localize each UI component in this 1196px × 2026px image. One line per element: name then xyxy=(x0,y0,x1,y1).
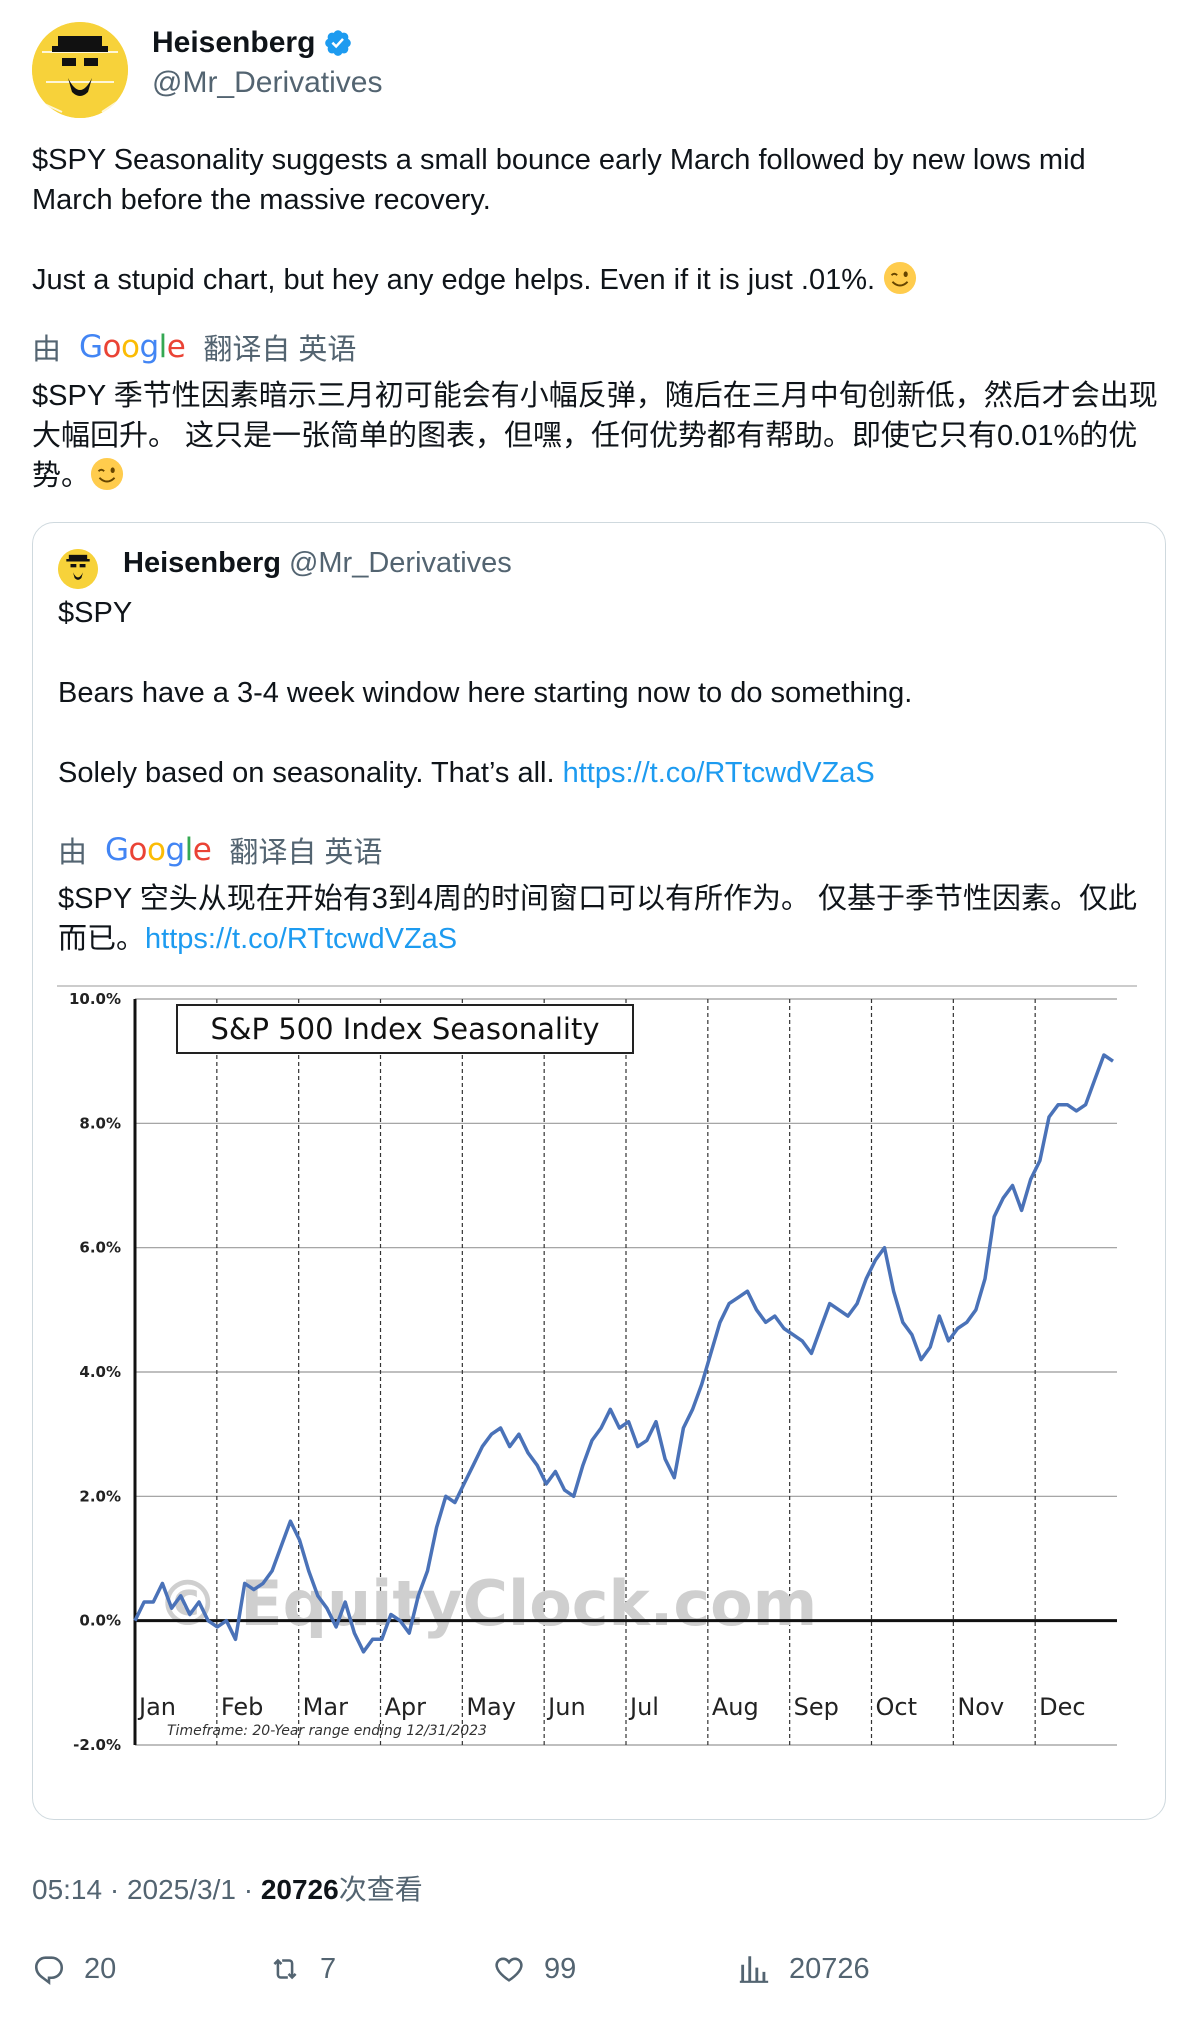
month-label: Aug xyxy=(712,1693,759,1721)
quoted-translation-attribution: 由 Google 翻译自 英语 xyxy=(58,829,382,871)
month-label: Oct xyxy=(876,1693,918,1721)
reply-button[interactable]: 20 xyxy=(32,1952,116,1986)
wink-emoji-icon xyxy=(90,457,124,491)
month-label: May xyxy=(466,1693,516,1721)
quoted-translate-prefix: 由 xyxy=(58,837,88,869)
seasonality-chart[interactable]: 10.0% 8.0% 6.0% 4.0% 2.0% 0.0% -2.0% © EquityC… xyxy=(57,985,1137,1785)
y-tick-label: 8.0% xyxy=(79,1114,121,1132)
author-handle[interactable]: @Mr_Derivatives xyxy=(152,66,383,100)
chart-footnote: Timeframe: 20-Year range ending 12/31/20… xyxy=(167,1723,487,1739)
author-avatar[interactable] xyxy=(32,22,128,118)
translated-body: $SPY 季节性因素暗示三月初可能会有小幅反弹，随后在三月中旬创新低，然后才会出… xyxy=(32,380,1158,492)
google-logo: Google xyxy=(79,329,186,365)
views-label: 次查看 xyxy=(338,1874,423,1905)
retweet-icon xyxy=(273,1958,297,1980)
y-tick-label: 6.0% xyxy=(79,1239,121,1257)
quoted-link[interactable]: https://t.co/RTtcwdVZaS xyxy=(563,757,875,789)
month-label: Jul xyxy=(628,1693,659,1721)
quoted-author-line: Heisenberg @Mr_Derivatives xyxy=(123,547,512,580)
y-tick-label: 2.0% xyxy=(79,1487,121,1505)
quoted-translate-suffix[interactable]: 翻译自 英语 xyxy=(229,829,382,871)
watermark: © EquityClock.com xyxy=(157,1567,818,1640)
quoted-translated-text: $SPY 空头从现在开始有3到4周的时间窗口可以有所作为。 仅基于季节性因素。仅… xyxy=(58,879,1138,959)
quoted-text: $SPY Bears have a 3-4 week window here s… xyxy=(58,593,1128,793)
month-label: Nov xyxy=(957,1693,1004,1721)
chart-title: S&P 500 Index Seasonality xyxy=(210,1012,599,1046)
analytics-icon xyxy=(739,1956,769,1983)
timestamp[interactable]: 05:14 · 2025/3/1 · xyxy=(32,1874,261,1905)
chart-svg: 10.0% 8.0% 6.0% 4.0% 2.0% 0.0% -2.0% © EquityC… xyxy=(57,985,1137,1785)
google-logo: Google xyxy=(105,832,212,868)
views-button[interactable]: 20726 xyxy=(737,1952,870,1986)
quoted-translated-link[interactable]: https://t.co/RTtcwdVZaS xyxy=(145,923,457,955)
wink-emoji-icon xyxy=(884,261,917,295)
like-count: 99 xyxy=(544,1952,577,1985)
y-tick-label: -2.0% xyxy=(73,1736,121,1754)
quoted-author-name: Heisenberg xyxy=(123,547,281,579)
views-stat-count: 20726 xyxy=(789,1952,870,1985)
views-count: 20726 xyxy=(260,1874,339,1905)
heart-icon xyxy=(495,1957,523,1982)
month-label: Mar xyxy=(303,1693,348,1721)
verified-badge-icon xyxy=(325,30,352,56)
translate-prefix: 由 xyxy=(32,334,62,366)
y-tick-label: 4.0% xyxy=(79,1363,121,1381)
tweet-meta: 05:14 · 2025/3/1 · 20726次查看 xyxy=(32,1868,423,1908)
retweet-button[interactable]: 7 xyxy=(268,1952,336,1986)
month-label: Apr xyxy=(385,1693,427,1721)
month-label: Dec xyxy=(1039,1693,1085,1721)
author-display-name[interactable]: Heisenberg xyxy=(152,26,315,60)
retweet-count: 7 xyxy=(320,1952,337,1985)
month-label: Sep xyxy=(794,1693,839,1721)
reply-icon xyxy=(34,1956,64,1986)
action-bar: 20 7 99 20726 xyxy=(32,1952,1162,2002)
like-button[interactable]: 99 xyxy=(492,1952,576,1986)
translation-attribution: 由 Google 翻译自 英语 xyxy=(32,326,356,368)
quoted-tweet-card[interactable]: Heisenberg @Mr_Derivatives $SPY Bears hav… xyxy=(32,522,1166,1820)
tweet-text: $SPY Seasonality suggests a small bounce… xyxy=(32,140,1152,300)
y-tick-label: 10.0% xyxy=(69,990,121,1008)
translate-suffix[interactable]: 翻译自 英语 xyxy=(203,326,356,368)
month-label: Jun xyxy=(546,1693,586,1721)
quoted-author-avatar xyxy=(58,549,98,589)
y-tick-label: 0.0% xyxy=(79,1612,121,1630)
month-label: Feb xyxy=(221,1693,263,1721)
tweet-header: Heisenberg @Mr_Derivatives xyxy=(32,22,1132,122)
quoted-author-handle: @Mr_Derivatives xyxy=(288,547,512,579)
reply-count: 20 xyxy=(84,1952,117,1985)
tweet-body: $SPY Seasonality suggests a small bounce… xyxy=(32,144,1086,296)
translated-text: $SPY 季节性因素暗示三月初可能会有小幅反弹，随后在三月中旬创新低，然后才会出… xyxy=(32,376,1162,496)
month-label: Jan xyxy=(137,1693,176,1721)
